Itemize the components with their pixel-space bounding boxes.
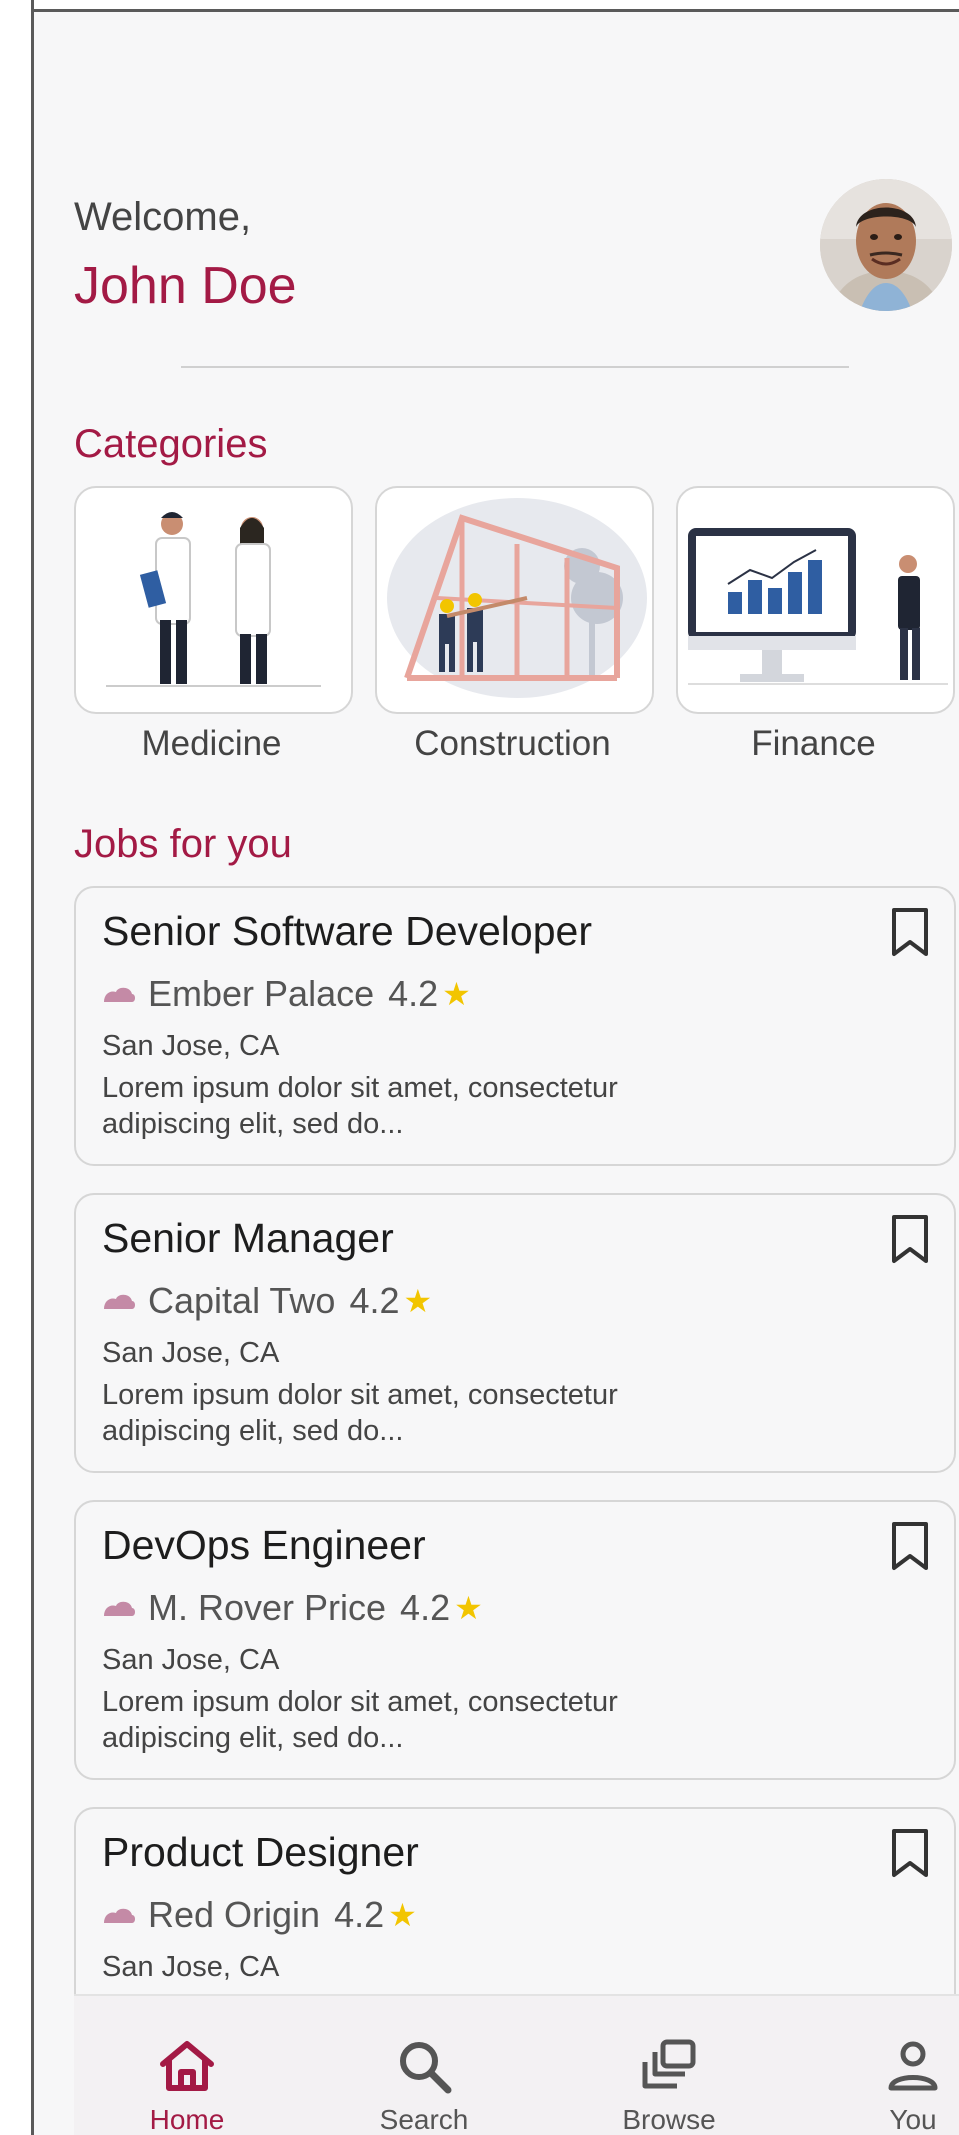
company-name: M. Rover Price bbox=[148, 1587, 387, 1628]
company-rating: 4.2 bbox=[349, 1280, 400, 1321]
star-icon: ★ bbox=[403, 1283, 433, 1319]
job-description: Lorem ipsum dolor sit amet, consectetur … bbox=[102, 1072, 618, 1140]
company-name: Red Origin bbox=[148, 1894, 321, 1935]
cloud-icon bbox=[104, 1908, 135, 1923]
category-card-construction[interactable] bbox=[375, 486, 654, 714]
category-label-construction: Construction bbox=[414, 724, 611, 763]
app-screen: Welcome, John Doe Categories Medicine Co… bbox=[0, 0, 959, 2135]
job-title: Product Designer bbox=[102, 1829, 419, 1875]
company-row: Capital Two 4.2 ★ bbox=[102, 1279, 432, 1323]
company-name: Capital Two bbox=[148, 1280, 336, 1321]
greeting-text: Welcome, bbox=[74, 195, 252, 239]
bookmark-icon[interactable] bbox=[888, 906, 932, 958]
bookmark-icon[interactable] bbox=[888, 1520, 932, 1572]
category-card-medicine[interactable] bbox=[74, 486, 353, 714]
job-card[interactable]: Senior Manager Capital Two 4.2 ★ San Jos… bbox=[74, 1193, 956, 1473]
window-frame-top bbox=[34, 0, 959, 12]
cloud-icon bbox=[104, 1294, 135, 1309]
job-title: Senior Software Developer bbox=[102, 908, 592, 954]
company-rating: 4.2 bbox=[388, 973, 439, 1014]
job-location: San Jose, CA bbox=[102, 1030, 280, 1062]
nav-item-home[interactable]: Home bbox=[107, 1996, 267, 2135]
home-icon bbox=[160, 2041, 214, 2091]
bookmark-icon[interactable] bbox=[888, 1213, 932, 1265]
browse-icon bbox=[642, 2039, 696, 2089]
nav-label-you: You bbox=[889, 2104, 937, 2135]
star-icon: ★ bbox=[388, 1897, 417, 1933]
job-location: San Jose, CA bbox=[102, 1644, 280, 1676]
construction-illustration bbox=[387, 498, 647, 698]
company-row: Red Origin 4.2 ★ bbox=[102, 1893, 417, 1937]
nav-item-search[interactable]: Search bbox=[344, 1996, 504, 2135]
company-row: M. Rover Price 4.2 ★ bbox=[102, 1586, 483, 1630]
avatar-image bbox=[820, 179, 952, 311]
nav-label-browse: Browse bbox=[622, 2104, 716, 2135]
job-location: San Jose, CA bbox=[102, 1337, 280, 1369]
bottom-navigation: Home Search Browse You bbox=[74, 1994, 959, 2135]
cloud-icon bbox=[104, 1601, 135, 1616]
nav-label-home: Home bbox=[149, 2104, 225, 2135]
job-location: San Jose, CA bbox=[102, 1951, 280, 1983]
job-description: Lorem ipsum dolor sit amet, consectetur … bbox=[102, 1379, 618, 1447]
category-label-finance: Finance bbox=[751, 724, 876, 763]
job-title: DevOps Engineer bbox=[102, 1522, 426, 1568]
search-icon bbox=[400, 2042, 452, 2094]
person-icon bbox=[888, 2041, 938, 2091]
window-frame-left bbox=[0, 0, 34, 2135]
company-row: Ember Palace 4.2 ★ bbox=[102, 972, 471, 1016]
avatar[interactable] bbox=[820, 179, 952, 311]
job-title: Senior Manager bbox=[102, 1215, 394, 1261]
user-name: John Doe bbox=[74, 257, 297, 315]
category-card-finance[interactable] bbox=[676, 486, 955, 714]
nav-item-browse[interactable]: Browse bbox=[589, 1996, 749, 2135]
cloud-icon bbox=[104, 987, 135, 1002]
bookmark-icon[interactable] bbox=[888, 1827, 932, 1879]
category-label-medicine: Medicine bbox=[141, 724, 282, 763]
star-icon: ★ bbox=[454, 1590, 483, 1626]
nav-item-you[interactable]: You bbox=[833, 1996, 959, 2135]
medicine-illustration bbox=[106, 512, 321, 687]
job-card[interactable]: Senior Software Developer Ember Palace 4… bbox=[74, 886, 956, 1166]
job-description: Lorem ipsum dolor sit amet, consectetur … bbox=[102, 1686, 618, 1754]
header-divider bbox=[181, 366, 849, 368]
finance-illustration bbox=[688, 528, 948, 685]
categories-title: Categories bbox=[74, 422, 268, 466]
company-rating: 4.2 bbox=[334, 1894, 385, 1935]
home-page: Welcome, John Doe Categories Medicine Co… bbox=[37, 12, 959, 2135]
company-name: Ember Palace bbox=[148, 973, 375, 1014]
company-rating: 4.2 bbox=[400, 1587, 451, 1628]
jobs-title: Jobs for you bbox=[74, 822, 292, 866]
star-icon: ★ bbox=[442, 976, 471, 1012]
nav-label-search: Search bbox=[379, 2104, 469, 2135]
job-card[interactable]: DevOps Engineer M. Rover Price 4.2 ★ San… bbox=[74, 1500, 956, 1780]
